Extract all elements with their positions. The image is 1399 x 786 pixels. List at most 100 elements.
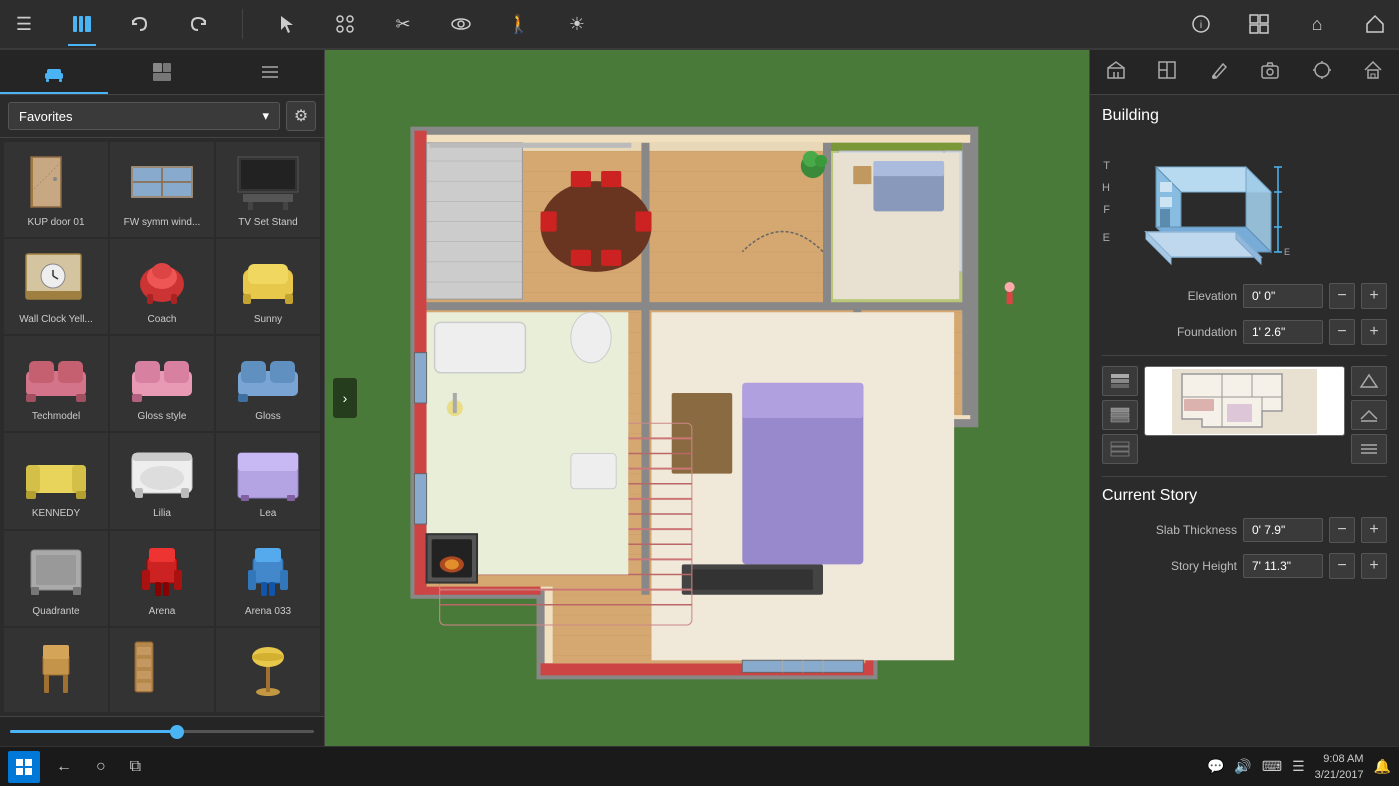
view-option-button-1[interactable] — [1102, 366, 1138, 396]
foundation-minus-button[interactable]: − — [1329, 319, 1355, 345]
view-option-button-3[interactable] — [1102, 434, 1138, 464]
left-panel: Favorites ▾ ⚙ KUP door 01 — [0, 50, 325, 746]
item-label: KUP door 01 — [11, 217, 101, 228]
elevation-value[interactable]: 0' 0" — [1243, 284, 1323, 308]
notification-bar[interactable]: ☰ — [1292, 758, 1305, 775]
share-icon[interactable] — [1361, 10, 1389, 38]
keyboard-icon[interactable]: ⌨ — [1262, 758, 1282, 775]
elevation-minus-button[interactable]: − — [1329, 283, 1355, 309]
list-item[interactable]: Coach — [110, 239, 214, 334]
foundation-value[interactable]: 1' 2.6" — [1243, 320, 1323, 344]
item-label: Arena 033 — [223, 606, 313, 617]
slab-minus-button[interactable]: − — [1329, 517, 1355, 543]
slab-plus-button[interactable]: + — [1361, 517, 1387, 543]
divider-2 — [1102, 476, 1387, 477]
item-label: FW symm wind... — [117, 217, 207, 228]
view-option-button-2[interactable] — [1102, 400, 1138, 430]
list-item[interactable]: KENNEDY — [4, 433, 108, 528]
canvas-area[interactable]: › — [325, 50, 1089, 746]
dim-label-f: F — [1102, 199, 1110, 221]
current-story-title: Current Story — [1102, 487, 1387, 505]
list-item[interactable]: Techmodel — [4, 336, 108, 431]
menu-icon[interactable]: ☰ — [10, 10, 38, 38]
list-item[interactable]: Gloss — [216, 336, 320, 431]
list-item[interactable]: TV Set Stand — [216, 142, 320, 237]
zoom-slider — [0, 716, 324, 746]
slab-thickness-value[interactable]: 0' 7.9" — [1243, 518, 1323, 542]
main-layout: Favorites ▾ ⚙ KUP door 01 — [0, 50, 1399, 746]
slider-thumb[interactable] — [170, 725, 184, 739]
scissors-icon[interactable]: ✂ — [389, 10, 417, 38]
item-image-quadrante — [16, 538, 96, 603]
list-item[interactable] — [216, 628, 320, 712]
back-button[interactable]: ← — [48, 754, 80, 780]
select-icon[interactable] — [273, 10, 301, 38]
tab-paint[interactable] — [1201, 60, 1237, 85]
list-item[interactable]: Arena 033 — [216, 531, 320, 626]
tab-house[interactable] — [1355, 60, 1391, 85]
windows-button[interactable]: ⧉ — [122, 754, 149, 780]
story-height-plus-button[interactable]: + — [1361, 553, 1387, 579]
favorites-bar: Favorites ▾ ⚙ — [0, 95, 324, 138]
undo-icon[interactable] — [126, 10, 154, 38]
tab-effects[interactable] — [1304, 60, 1340, 85]
list-item[interactable]: Quadrante — [4, 531, 108, 626]
item-image-wall-clock — [16, 246, 96, 311]
item-image-gloss-style — [122, 343, 202, 408]
item-image-kup-door — [16, 149, 96, 214]
tab-furniture[interactable] — [0, 50, 108, 94]
settings-button[interactable]: ⚙ — [286, 101, 316, 131]
list-item[interactable]: KUP door 01 — [4, 142, 108, 237]
list-item[interactable]: Gloss style — [110, 336, 214, 431]
tab-walls[interactable] — [1098, 60, 1134, 85]
group-icon[interactable] — [331, 10, 359, 38]
list-item[interactable]: Sunny — [216, 239, 320, 334]
slab-thickness-row: Slab Thickness 0' 7.9" − + — [1102, 517, 1387, 543]
angle-view-button-3[interactable] — [1351, 434, 1387, 464]
list-item[interactable]: Lea — [216, 433, 320, 528]
story-height-minus-button[interactable]: − — [1329, 553, 1355, 579]
sun-icon[interactable]: ☀ — [563, 10, 591, 38]
notification-icon[interactable]: 🔔 — [1374, 758, 1391, 775]
angle-view-button-2[interactable] — [1351, 400, 1387, 430]
item-image-chair-wood — [16, 635, 96, 700]
list-item[interactable]: Wall Clock Yell... — [4, 239, 108, 334]
start-button[interactable] — [8, 751, 40, 783]
volume-icon[interactable]: 🔊 — [1234, 758, 1251, 775]
list-item[interactable] — [4, 628, 108, 712]
tab-camera[interactable] — [1252, 60, 1288, 85]
item-image-coach — [122, 246, 202, 311]
house-icon[interactable]: ⌂ — [1303, 10, 1331, 38]
item-image-shelf — [122, 635, 202, 700]
tab-list[interactable] — [216, 50, 324, 94]
expand-panel-button[interactable]: › — [333, 378, 357, 418]
chat-icon[interactable]: 💬 — [1207, 758, 1224, 775]
story-height-value[interactable]: 7' 11.3" — [1243, 554, 1323, 578]
mini-map[interactable] — [1144, 366, 1345, 436]
slider-track[interactable] — [10, 730, 314, 733]
item-label: Gloss — [223, 411, 313, 422]
chevron-down-icon: ▾ — [262, 108, 269, 124]
story-height-row: Story Height 7' 11.3" − + — [1102, 553, 1387, 579]
elevation-plus-button[interactable]: + — [1361, 283, 1387, 309]
angle-view-button-1[interactable] — [1351, 366, 1387, 396]
walk-icon[interactable]: 🚶 — [505, 10, 533, 38]
list-item[interactable]: Lilia — [110, 433, 214, 528]
library-icon[interactable] — [68, 10, 96, 38]
items-grid: KUP door 01 FW symm wind... — [0, 138, 324, 716]
home-button[interactable]: ○ — [88, 754, 114, 780]
view3d-icon[interactable] — [447, 10, 475, 38]
svg-text:i: i — [1200, 20, 1202, 31]
favorites-dropdown[interactable]: Favorites ▾ — [8, 102, 280, 130]
list-item[interactable] — [110, 628, 214, 712]
tab-rooms[interactable] — [1149, 60, 1185, 85]
tab-materials[interactable] — [108, 50, 216, 94]
layout-icon[interactable] — [1245, 10, 1273, 38]
foundation-plus-button[interactable]: + — [1361, 319, 1387, 345]
elevation-row: Elevation 0' 0" − + — [1102, 283, 1387, 309]
redo-icon[interactable] — [184, 10, 212, 38]
info-icon[interactable]: i — [1187, 10, 1215, 38]
list-item[interactable]: Arena — [110, 531, 214, 626]
item-image-lilia — [122, 440, 202, 505]
list-item[interactable]: FW symm wind... — [110, 142, 214, 237]
